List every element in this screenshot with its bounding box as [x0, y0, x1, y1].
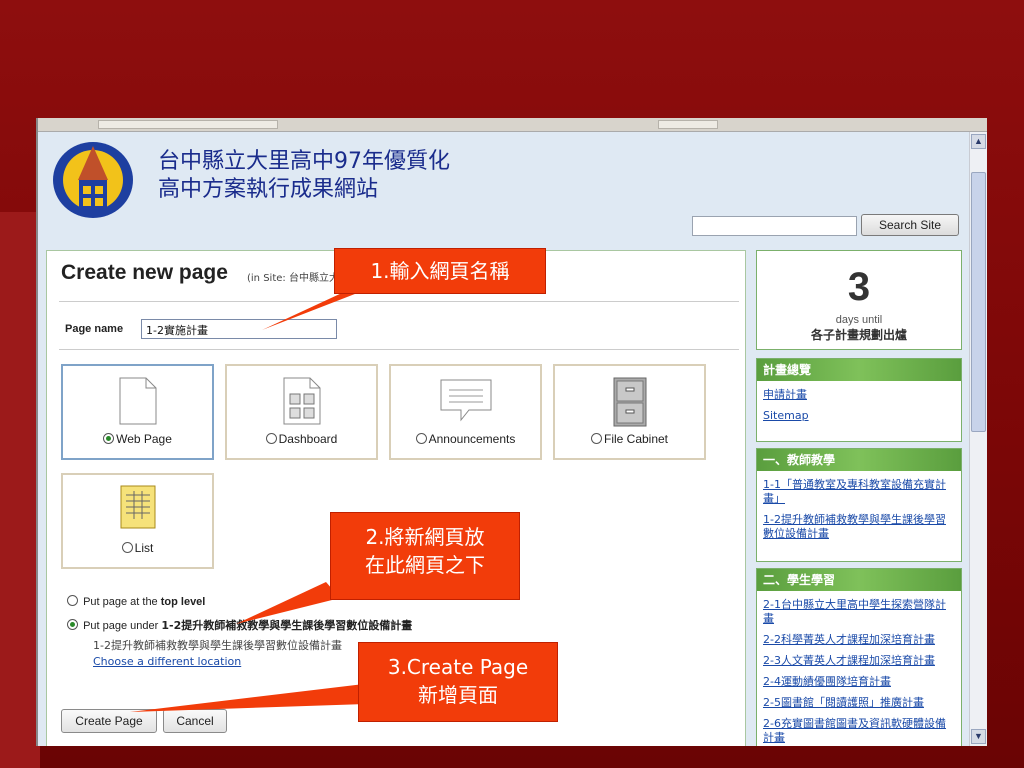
sidebar-box-title: 計畫總覽: [757, 359, 961, 381]
radio-dashboard[interactable]: [265, 433, 277, 444]
slide-side-band: [0, 212, 40, 768]
scroll-down-icon[interactable]: ▼: [971, 729, 986, 744]
template-web-page[interactable]: Web Page: [61, 364, 214, 460]
callout-step3: 3.Create Page 新增頁面: [358, 642, 558, 722]
choose-location-link[interactable]: Choose a different location: [93, 655, 241, 668]
template-label: Announcements: [391, 432, 540, 446]
announcements-icon: [440, 379, 491, 422]
option-under-page[interactable]: Put page under 1-2提升教師補救教學與學生課後學習數位設備計畫: [67, 617, 412, 633]
sidebar-box-overview: 計畫總覽 申請計畫 Sitemap: [756, 358, 962, 442]
site-title-line2: 高中方案執行成果網站: [158, 177, 379, 202]
page-name-input[interactable]: 1-2實施計畫: [141, 319, 337, 339]
divider: [59, 301, 739, 302]
site-title-line1: 台中縣立大里高中97年優質化: [158, 149, 450, 174]
sidebar-link[interactable]: Sitemap: [763, 409, 955, 423]
template-announcements[interactable]: Announcements: [389, 364, 542, 460]
sidebar-link[interactable]: 2-5圖書館「閱讀護照」推廣計畫: [763, 696, 955, 710]
sidebar-box-teaching: 一、教師教學 1-1「普通教室及專科教室設備充實計畫」 1-2提升教師補救教學與…: [756, 448, 962, 562]
sidebar-link[interactable]: 1-2提升教師補救教學與學生課後學習數位設備計畫: [763, 513, 955, 541]
web-page-icon: [119, 377, 156, 425]
template-file-cabinet[interactable]: File Cabinet: [553, 364, 706, 460]
template-list[interactable]: List: [61, 473, 214, 569]
toolbar-field[interactable]: [658, 120, 718, 129]
sidebar-link[interactable]: 2-1台中縣立大里高中學生探索營隊計畫: [763, 598, 955, 626]
browser-toolbar: [38, 118, 987, 132]
sidebar-box-title: 二、學生學習: [757, 569, 961, 591]
cancel-button[interactable]: Cancel: [163, 709, 227, 733]
callout-step2: 2.將新網頁放 在此網頁之下: [330, 512, 520, 600]
sidebar-link[interactable]: 申請計畫: [763, 388, 955, 402]
site-header: 台中縣立大里高中97年優質化 高中方案執行成果網站 Search Site: [38, 132, 971, 242]
template-label: Dashboard: [227, 432, 376, 446]
template-dashboard[interactable]: Dashboard: [225, 364, 378, 460]
sidebar-box-title: 一、教師教學: [757, 449, 961, 471]
scroll-thumb[interactable]: [971, 172, 986, 432]
vertical-scrollbar[interactable]: ▲ ▼: [969, 132, 987, 746]
radio-announcements[interactable]: [415, 433, 427, 444]
scroll-up-icon[interactable]: ▲: [971, 134, 986, 149]
sidebar-link[interactable]: 2-6充實圖書館圖書及資訊軟硬體設備計畫: [763, 717, 955, 745]
create-page-button[interactable]: Create Page: [61, 709, 157, 733]
dashboard-icon: [283, 377, 320, 425]
address-bar[interactable]: [98, 120, 278, 129]
template-label: Web Page: [63, 432, 212, 446]
radio-web-page[interactable]: [103, 433, 115, 444]
template-label: File Cabinet: [555, 432, 704, 446]
option-top-level[interactable]: Put page at the top level: [67, 595, 205, 608]
file-cabinet-icon: [613, 377, 646, 427]
search-input[interactable]: [692, 216, 857, 236]
page-heading: Create new page: [61, 261, 228, 284]
page-name-label: Page name: [65, 323, 124, 335]
search-site-button[interactable]: Search Site: [861, 214, 959, 236]
list-icon: [120, 485, 155, 529]
template-label: List: [63, 541, 212, 555]
location-path: 1-2提升教師補救教學與學生課後學習數位設備計畫: [93, 639, 342, 652]
sidebar-box-learning: 二、學生學習 2-1台中縣立大里高中學生探索營隊計畫 2-2科學菁英人才課程加深…: [756, 568, 962, 746]
countdown-event: 各子計畫規劃出爐: [810, 328, 907, 342]
school-logo-icon: [53, 142, 133, 218]
radio-list[interactable]: [121, 542, 133, 553]
sidebar-link[interactable]: 2-3人文菁英人才課程加深培育計畫: [763, 654, 955, 668]
countdown-number: 3: [847, 265, 871, 309]
radio-under-page[interactable]: [67, 619, 78, 630]
sidebar-link[interactable]: 1-1「普通教室及專科教室設備充實計畫」: [763, 478, 955, 506]
divider: [59, 349, 739, 350]
callout-step1: 1.輸入網頁名稱: [334, 248, 546, 294]
countdown-unit: days until: [835, 314, 883, 326]
sidebar-link[interactable]: 2-4運動績優團隊培育計畫: [763, 675, 955, 689]
countdown-box: 3 days until 各子計畫規劃出爐: [756, 250, 962, 350]
site-title: 台中縣立大里高中97年優質化 高中方案執行成果網站: [158, 148, 450, 204]
sidebar-link[interactable]: 2-2科學菁英人才課程加深培育計畫: [763, 633, 955, 647]
radio-file-cabinet[interactable]: [590, 433, 602, 444]
radio-top-level[interactable]: [67, 595, 78, 606]
